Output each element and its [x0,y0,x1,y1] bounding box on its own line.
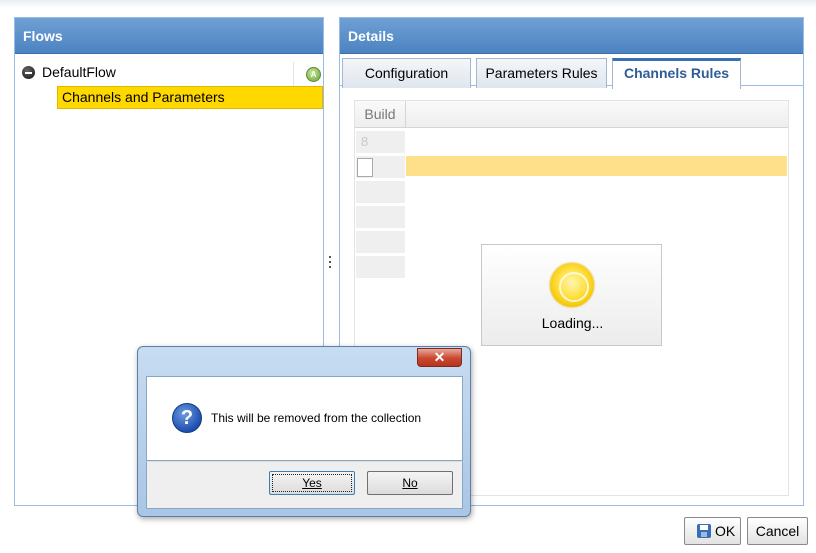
confirm-dialog: ✕ ? This will be removed from the collec… [137,346,471,517]
cancel-button[interactable]: Cancel [747,517,808,545]
column-header-build[interactable]: Build [355,101,406,128]
row-value: 8 [361,134,369,149]
row-checkbox[interactable] [357,158,373,177]
dialog-body: ? This will be removed from the collecti… [146,376,463,461]
dialog-footer: Yes No [146,461,463,509]
details-tabs: Configuration Parameters Rules Channels … [340,56,803,89]
tree-node-label[interactable]: DefaultFlow [42,64,116,80]
grid-row-header [356,256,405,278]
dialog-message: This will be removed from the collection [211,411,422,425]
flows-panel-title: Flows [15,18,323,54]
tab-parameters-rules[interactable]: Parameters Rules [476,58,607,88]
close-icon[interactable]: ✕ [417,348,462,367]
ok-button[interactable]: OK [684,517,741,545]
selected-grid-row[interactable] [406,156,787,176]
question-icon: ? [172,403,202,433]
grid-header: Build [355,101,788,128]
ok-label: OK [715,523,736,539]
tab-channels-rules[interactable]: Channels Rules [612,58,741,89]
grid-row-header [356,231,405,253]
yes-button[interactable]: Yes [269,471,355,495]
panel-splitter-handle[interactable] [328,256,332,272]
tab-configuration[interactable]: Configuration [342,58,471,88]
no-button[interactable]: No [367,471,453,495]
green-status-icon: A [306,67,321,82]
details-panel-title: Details [340,18,803,54]
loading-text: Loading... [541,315,604,331]
loading-indicator: Loading... [481,244,662,346]
grid-row-header [356,181,405,203]
loading-spinner-icon [550,263,594,307]
save-icon [697,524,711,538]
tree-node-channels-and-parameters[interactable]: Channels and Parameters [57,86,323,109]
top-strip [0,0,816,8]
tree-node-defaultflow[interactable]: DefaultFlow A [20,62,321,90]
grid-row-header [356,206,405,228]
grid-row-header: 8 [356,131,405,153]
collapse-icon[interactable] [22,66,35,79]
